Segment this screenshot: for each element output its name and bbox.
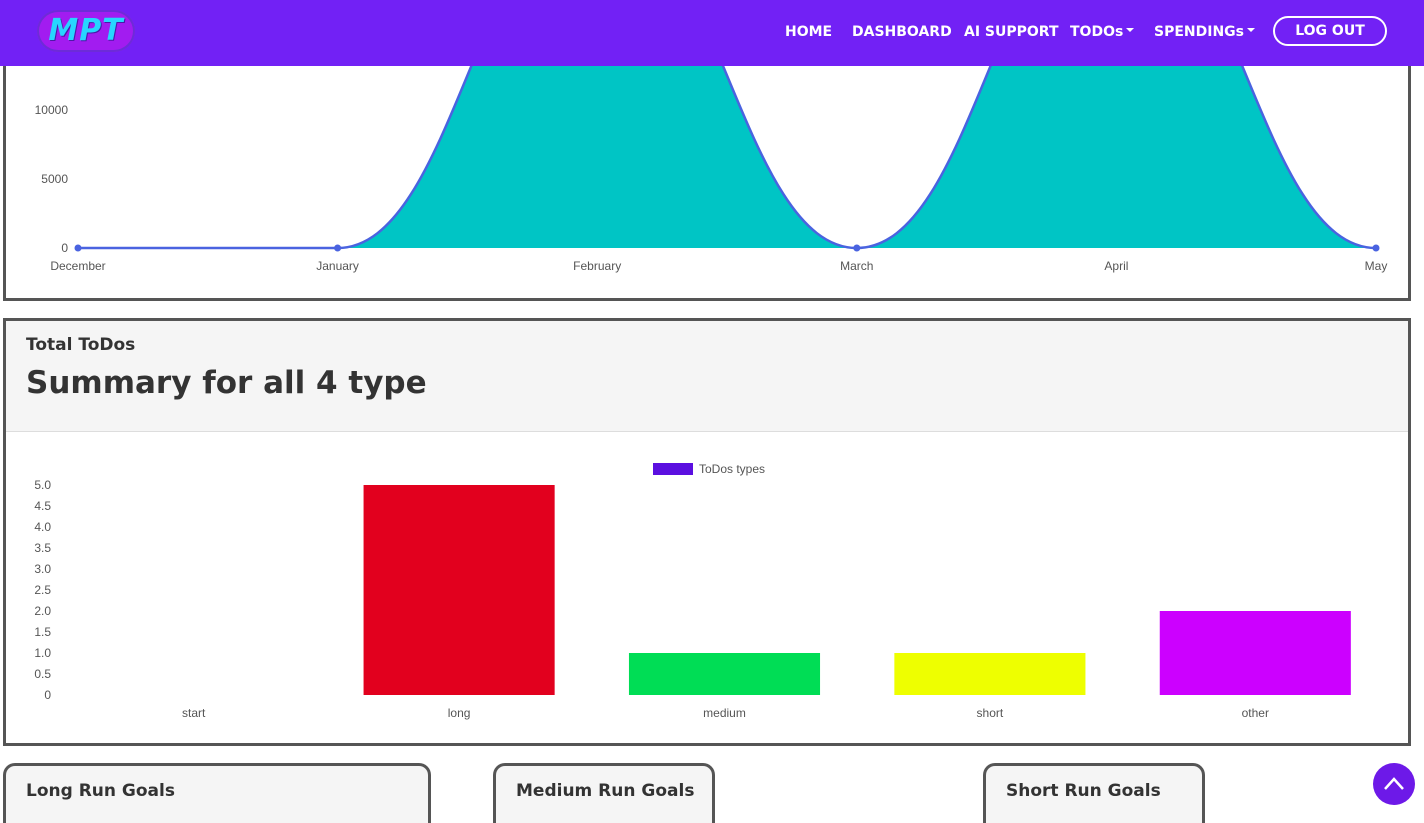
- y-tick-label: 0: [44, 688, 51, 702]
- x-tick-label: start: [182, 706, 206, 720]
- y-tick-label: 0.5: [34, 667, 51, 681]
- logout-button[interactable]: LOG OUT: [1273, 16, 1387, 46]
- data-point: [1372, 244, 1380, 252]
- x-tick-label: other: [1242, 706, 1269, 720]
- logo-text: MPT: [48, 13, 124, 48]
- data-point: [334, 244, 342, 252]
- bar: [1159, 611, 1351, 695]
- y-tick-label: 1.5: [34, 625, 51, 639]
- y-tick-label: 2.5: [34, 583, 51, 597]
- caret-down-icon: [1126, 28, 1135, 32]
- nav-dashboard[interactable]: DASHBOARD: [852, 20, 952, 44]
- x-tick-label: December: [50, 259, 105, 273]
- x-tick-label: long: [448, 706, 471, 720]
- chevron-up-icon: [1384, 777, 1404, 790]
- nav-ai-support[interactable]: AI SUPPORT: [964, 20, 1059, 44]
- navbar: MPT HOME DASHBOARD AI SUPPORT TODOs SPEN…: [0, 0, 1424, 66]
- panel-header: Total ToDos Summary for all 4 type: [6, 321, 1408, 432]
- y-tick-label: 2.0: [34, 604, 51, 618]
- x-tick-label: March: [840, 259, 873, 273]
- data-point: [853, 244, 861, 252]
- caret-down-icon: [1247, 28, 1255, 32]
- x-tick-label: May: [1365, 259, 1388, 273]
- x-tick-label: short: [977, 706, 1004, 720]
- legend-swatch: [653, 463, 693, 475]
- short-run-goals-card: Short Run Goals: [983, 763, 1205, 823]
- panel-title: Summary for all 4 type: [26, 365, 427, 401]
- y-tick-label: 4.5: [34, 499, 51, 513]
- y-tick-label: 4.0: [34, 520, 51, 534]
- y-tick-label: 3.5: [34, 541, 51, 555]
- bar-chart: ToDos types 0 0.5 1.0 1.5 2.0 2.5 3.0 3.5 4.0 4.5 5…: [34, 462, 1351, 720]
- legend-label: ToDos types: [699, 462, 765, 476]
- card-title: Long Run Goals: [26, 781, 175, 801]
- y-tick-label: 5.0: [34, 478, 51, 492]
- scroll-to-top-button[interactable]: [1373, 763, 1415, 805]
- nav-todos-label: TODOs: [1070, 24, 1124, 40]
- card-title: Short Run Goals: [1006, 781, 1161, 801]
- bar: [363, 485, 555, 695]
- y-tick-label: 1.0: [34, 646, 51, 660]
- x-tick-label: February: [573, 259, 621, 273]
- y-tick-label: 0: [61, 241, 68, 255]
- nav-home[interactable]: HOME: [785, 20, 832, 44]
- brand-logo[interactable]: MPT: [37, 10, 135, 52]
- x-tick-label: January: [316, 259, 359, 273]
- bar: [894, 653, 1086, 695]
- long-run-goals-card: Long Run Goals: [3, 763, 431, 823]
- nav-todos-dropdown[interactable]: TODOs: [1070, 20, 1135, 44]
- medium-run-goals-card: Medium Run Goals: [493, 763, 715, 823]
- nav-spendings-label: SPENDINGs: [1154, 24, 1244, 40]
- card-title: Medium Run Goals: [516, 781, 695, 801]
- y-tick-label: 3.0: [34, 562, 51, 576]
- x-tick-label: April: [1104, 259, 1128, 273]
- y-tick-label: 10000: [35, 103, 69, 117]
- data-point: [74, 244, 82, 252]
- bar: [628, 653, 821, 695]
- x-tick-label: medium: [703, 706, 746, 720]
- panel-subtitle: Total ToDos: [26, 335, 136, 355]
- nav-spendings-dropdown[interactable]: SPENDINGs: [1154, 20, 1255, 44]
- y-tick-label: 5000: [41, 172, 68, 186]
- todos-summary-panel: Total ToDos Summary for all 4 type ToDos…: [3, 318, 1411, 746]
